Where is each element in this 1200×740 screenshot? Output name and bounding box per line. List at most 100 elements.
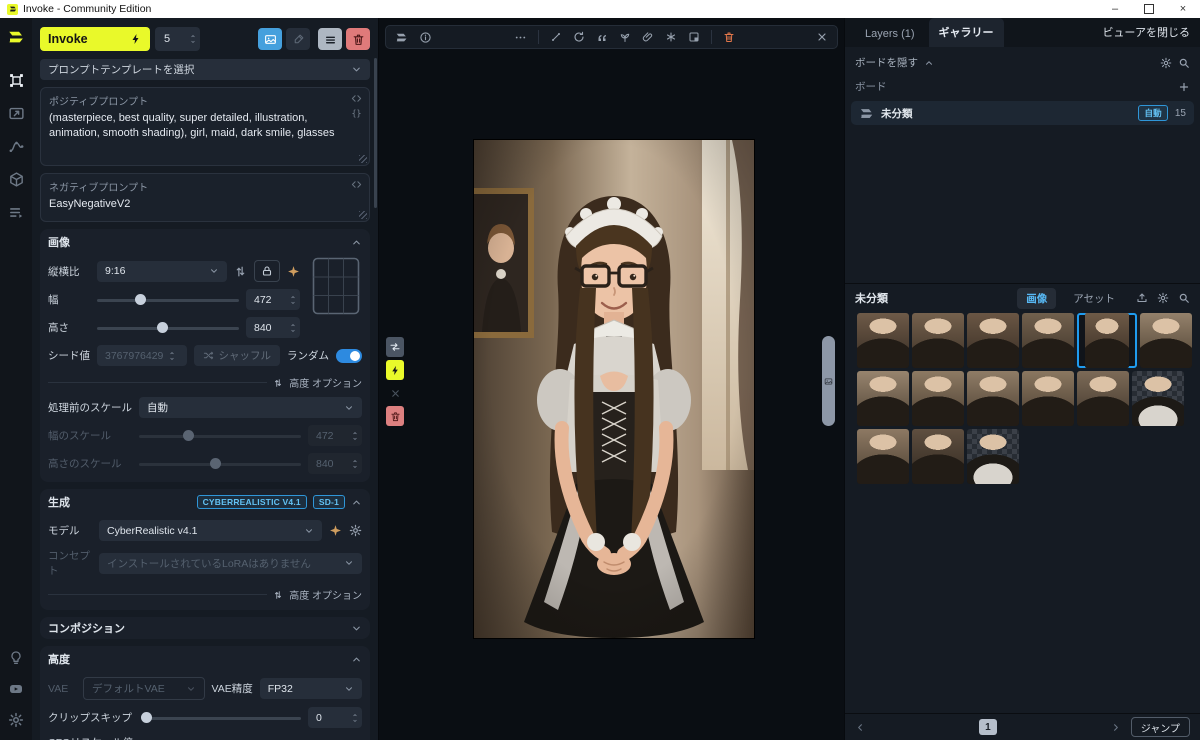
- edit-image-icon[interactable]: [688, 31, 700, 43]
- use-seed-icon[interactable]: [619, 31, 631, 43]
- gallery-thumbnail[interactable]: [967, 313, 1019, 368]
- canvas-mode-button[interactable]: [286, 28, 310, 50]
- width-input[interactable]: 472: [246, 289, 300, 310]
- gallery-thumbnail[interactable]: [857, 371, 909, 426]
- remix-icon[interactable]: [573, 31, 585, 43]
- shuffle-seed-button[interactable]: シャッフル: [193, 345, 280, 366]
- width-slider[interactable]: [97, 291, 239, 309]
- tab-assets[interactable]: アセット: [1064, 288, 1124, 309]
- invoke-button[interactable]: Invoke: [40, 27, 150, 51]
- tab-models[interactable]: [4, 167, 28, 191]
- gallery-thumbnail[interactable]: [1077, 313, 1137, 368]
- gallery-thumbnail[interactable]: [857, 313, 909, 368]
- aspect-ratio-select[interactable]: 9:16: [97, 260, 227, 282]
- board-item-uncategorized[interactable]: 未分類 自動 15: [851, 101, 1194, 125]
- prompt-template-select[interactable]: プロンプトテンプレートを選択: [40, 59, 370, 80]
- gallery-search-icon[interactable]: [1178, 292, 1190, 304]
- tab-images[interactable]: 画像: [1017, 287, 1057, 309]
- gallery-thumbnail[interactable]: [857, 429, 909, 484]
- concept-select[interactable]: インストールされているLoRAはありません: [99, 552, 362, 574]
- more-options-icon[interactable]: [514, 31, 527, 44]
- image-advanced-options[interactable]: 高度 オプション: [48, 375, 362, 390]
- optimize-size-icon[interactable]: [287, 265, 300, 278]
- code-icon[interactable]: [351, 179, 362, 190]
- model-sparkle-icon[interactable]: [329, 524, 342, 537]
- gallery-settings-icon[interactable]: [1157, 292, 1169, 304]
- tab-upscaling[interactable]: [4, 101, 28, 125]
- swap-dimensions-icon[interactable]: [234, 265, 247, 278]
- seed-input[interactable]: 3767976429: [97, 345, 187, 366]
- settings-gear-icon[interactable]: [4, 708, 28, 732]
- minimize-button[interactable]: –: [1098, 0, 1132, 18]
- use-params-icon[interactable]: [665, 31, 677, 43]
- code-icon[interactable]: [351, 93, 362, 104]
- resize-handle[interactable]: [359, 155, 367, 163]
- height-input[interactable]: 840: [246, 317, 300, 338]
- close-viewer-button[interactable]: ビューアを閉じる: [1102, 24, 1190, 47]
- collapse-icon[interactable]: [351, 497, 362, 508]
- next-page-icon[interactable]: [1110, 722, 1121, 733]
- gallery-thumbnail[interactable]: [967, 429, 1019, 484]
- gallery-thumbnail[interactable]: [1077, 371, 1129, 426]
- boards-search-icon[interactable]: [1178, 57, 1190, 69]
- page-number-button[interactable]: 1: [978, 719, 997, 735]
- model-select[interactable]: CyberRealistic v4.1: [99, 520, 322, 541]
- lock-aspect-button[interactable]: [254, 260, 280, 282]
- invoke-quick-button[interactable]: [386, 360, 404, 380]
- delete-image-icon[interactable]: [723, 31, 735, 43]
- maximize-button[interactable]: [1132, 0, 1166, 18]
- gallery-thumbnail[interactable]: [912, 371, 964, 426]
- prev-page-icon[interactable]: [855, 722, 866, 733]
- use-all-icon[interactable]: [642, 31, 654, 43]
- collapse-icon[interactable]: [351, 654, 362, 665]
- tab-queue[interactable]: [4, 200, 28, 224]
- compare-button[interactable]: [386, 337, 404, 357]
- panel-menu-button[interactable]: [318, 28, 342, 50]
- info-icon[interactable]: [419, 31, 432, 44]
- generated-image[interactable]: [468, 140, 754, 638]
- gallery-thumbnail[interactable]: [967, 371, 1019, 426]
- use-size-icon[interactable]: [550, 31, 562, 43]
- gallery-thumbnail[interactable]: [1022, 313, 1074, 368]
- cancel-button[interactable]: [386, 383, 404, 403]
- hide-boards-button[interactable]: ボードを隠す: [855, 55, 918, 70]
- tab-layers[interactable]: Layers (1): [855, 22, 925, 47]
- delete-button[interactable]: [346, 28, 370, 50]
- height-slider[interactable]: [97, 319, 239, 337]
- gallery-thumbnail[interactable]: [1140, 313, 1192, 368]
- clear-queue-button[interactable]: [386, 406, 404, 426]
- clip-skip-input[interactable]: 0: [308, 707, 362, 728]
- prescale-select[interactable]: 自動: [139, 397, 362, 418]
- negative-prompt-value[interactable]: EasyNegativeV2: [49, 197, 361, 212]
- gallery-thumbnail[interactable]: [1132, 371, 1184, 426]
- braces-icon[interactable]: [351, 108, 362, 119]
- random-seed-toggle[interactable]: [336, 348, 362, 363]
- queue-count-stepper[interactable]: 5: [155, 27, 200, 51]
- tab-workflows[interactable]: [4, 134, 28, 158]
- boards-settings-icon[interactable]: [1160, 57, 1172, 69]
- negative-prompt-box[interactable]: ネガティブプロンプト EasyNegativeV2: [40, 173, 370, 222]
- video-tutorials-icon[interactable]: [4, 677, 28, 701]
- add-board-icon[interactable]: [1178, 81, 1190, 93]
- panel-scrollbar[interactable]: [374, 58, 377, 208]
- vae-precision-select[interactable]: FP32: [259, 678, 362, 699]
- viewer-drag-handle[interactable]: [822, 336, 835, 426]
- tab-canvas[interactable]: [4, 68, 28, 92]
- clip-skip-slider[interactable]: [141, 709, 301, 727]
- gallery-thumbnail[interactable]: [912, 429, 964, 484]
- viewer-mode-button[interactable]: [258, 28, 282, 50]
- positive-prompt-box[interactable]: ポジティブプロンプト (masterpiece, best quality, s…: [40, 87, 370, 166]
- resize-handle[interactable]: [359, 211, 367, 219]
- support-icon[interactable]: [4, 646, 28, 670]
- upload-icon[interactable]: [1136, 292, 1148, 304]
- close-button[interactable]: ×: [1166, 0, 1200, 18]
- positive-prompt-value[interactable]: (masterpiece, best quality, super detail…: [49, 111, 349, 142]
- collapse-icon[interactable]: [351, 237, 362, 248]
- composition-section[interactable]: コンポジション: [40, 617, 370, 639]
- close-viewer-icon[interactable]: [816, 31, 828, 43]
- jump-button[interactable]: ジャンプ: [1130, 717, 1190, 737]
- tab-gallery[interactable]: ギャラリー: [928, 18, 1004, 47]
- gallery-thumbnail[interactable]: [912, 313, 964, 368]
- gallery-thumbnail[interactable]: [1022, 371, 1074, 426]
- generation-advanced-options[interactable]: 高度 オプション: [48, 587, 362, 602]
